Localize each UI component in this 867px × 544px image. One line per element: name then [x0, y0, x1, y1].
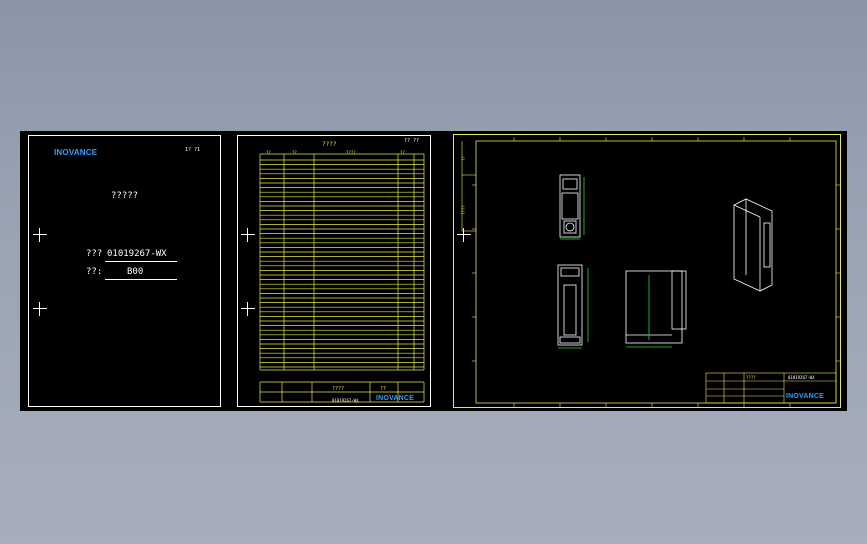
crosshair-cursor-icon — [241, 302, 255, 316]
record-footer-title: ???? — [332, 386, 345, 392]
record-col-4: ?? — [400, 150, 405, 155]
record-page-mark: ?? ?? — [404, 138, 420, 144]
isometric-view — [733, 198, 773, 292]
drawing-brand-logo: INOVANCE — [786, 393, 825, 400]
record-footer-right: ?? — [380, 386, 387, 392]
tb-title: ???? — [746, 375, 756, 380]
front-large-view — [557, 264, 589, 349]
side-label-2: ???? — [461, 205, 466, 215]
record-col-3: ???? — [346, 150, 356, 155]
record-col-1: ?? — [266, 150, 271, 155]
cad-viewport[interactable]: INOVANCE 1? ?1 ????? ??? 01019267-WX ??:… — [20, 131, 847, 411]
drawing-sheet: ?? ???? ???? 01019267-WX INOVANCE — [453, 134, 841, 408]
record-title: ???? — [322, 141, 337, 148]
cover-sheet: INOVANCE 1? ?1 ????? ??? 01019267-WX ??:… — [28, 135, 221, 407]
tb-doc-number: 01019267-WX — [788, 375, 815, 380]
record-brand-logo: INOVANCE — [376, 395, 415, 402]
record-doc-number: 01019267-WX — [332, 398, 359, 403]
version-value: B00 — [127, 267, 144, 277]
revision-record-sheet: ???? ?? ?? ?? ?? ???? ?? ???? ?? 0101926… — [237, 135, 431, 407]
crosshair-cursor-icon — [457, 228, 471, 242]
code-label: ??? — [86, 249, 103, 259]
code-value: 01019267-WX — [107, 249, 167, 259]
brand-logo: INOVANCE — [54, 148, 98, 157]
record-table-grid — [259, 153, 425, 403]
crosshair-cursor-icon — [33, 228, 47, 242]
page-mark: 1? ?1 — [185, 147, 201, 153]
version-underline — [105, 279, 177, 280]
cover-title: ????? — [111, 191, 139, 201]
version-label: ??: — [86, 267, 103, 277]
code-underline — [105, 261, 177, 262]
crosshair-cursor-icon — [33, 302, 47, 316]
side-view — [625, 270, 687, 348]
record-col-2: ?? — [292, 150, 297, 155]
drawing-canvas — [461, 137, 840, 407]
side-label-1: ?? — [461, 156, 466, 161]
crosshair-cursor-icon — [241, 228, 255, 242]
front-view — [559, 174, 585, 240]
